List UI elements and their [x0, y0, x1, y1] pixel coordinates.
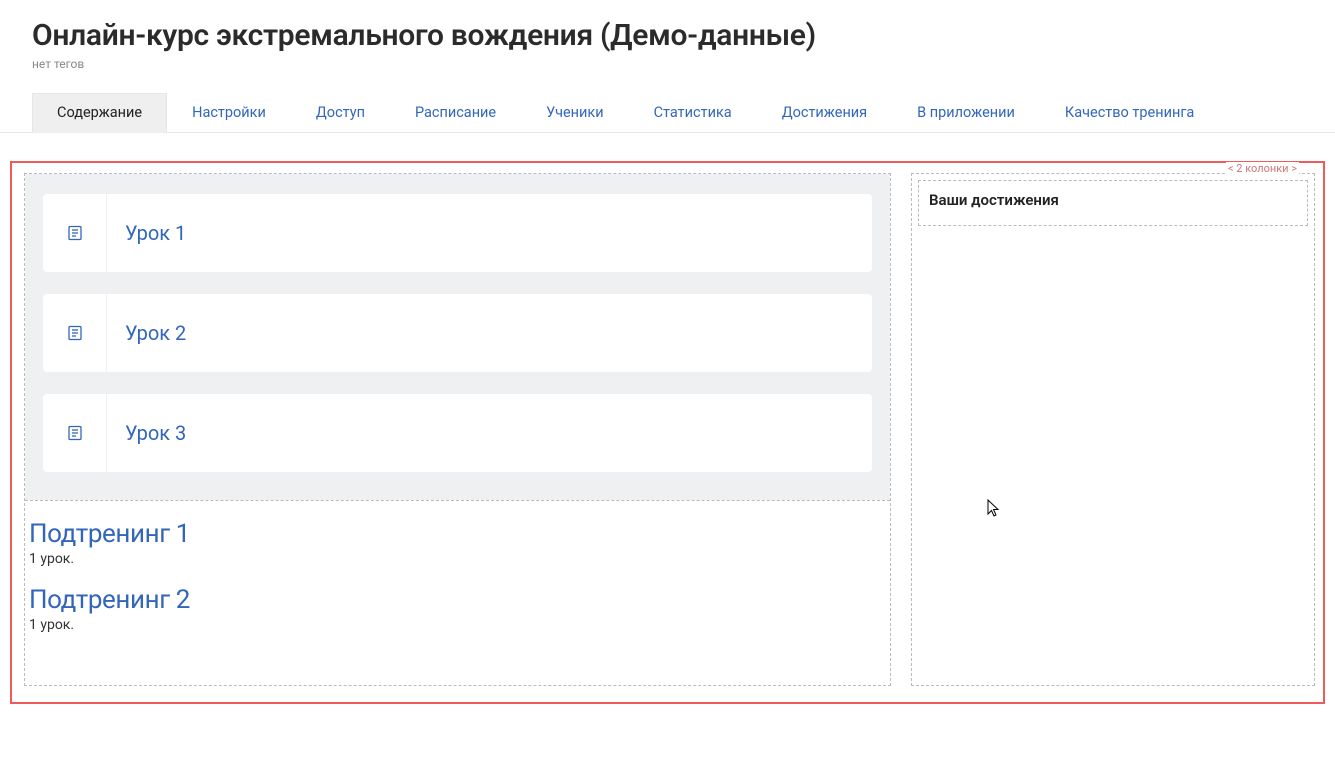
columns-badge[interactable]: < 2 колонки >: [1226, 162, 1299, 175]
lesson-title[interactable]: Урок 1: [107, 221, 186, 245]
lesson-title[interactable]: Урок 2: [107, 321, 186, 345]
subtrainings-block: Подтренинг 1 1 урок. Подтренинг 2 1 урок…: [25, 500, 890, 685]
achievements-box[interactable]: Ваши достижения: [918, 180, 1308, 226]
subtraining-item[interactable]: Подтренинг 1 1 урок.: [29, 519, 886, 567]
page-title: Онлайн-курс экстремального вождения (Дем…: [32, 18, 1303, 53]
lesson-icon: [43, 394, 107, 472]
tab-settings[interactable]: Настройки: [167, 93, 291, 132]
tab-statistics[interactable]: Статистика: [629, 93, 757, 132]
lesson-icon: [43, 194, 107, 272]
editor-canvas[interactable]: < 2 колонки > Урок 1: [10, 161, 1325, 704]
lesson-card[interactable]: Урок 2: [43, 294, 872, 372]
lesson-title[interactable]: Урок 3: [107, 421, 186, 445]
main-column[interactable]: Урок 1 Урок 2: [24, 173, 891, 686]
lesson-card[interactable]: Урок 3: [43, 394, 872, 472]
subtraining-item[interactable]: Подтренинг 2 1 урок.: [29, 585, 886, 633]
lessons-block: Урок 1 Урок 2: [25, 174, 890, 500]
tab-achievements[interactable]: Достижения: [757, 93, 892, 132]
course-tags[interactable]: нет тегов: [32, 57, 1303, 71]
side-column[interactable]: Ваши достижения: [911, 173, 1315, 686]
subtraining-title[interactable]: Подтренинг 2: [29, 585, 886, 615]
lesson-icon: [43, 294, 107, 372]
tab-in-app[interactable]: В приложении: [892, 93, 1040, 132]
tab-students[interactable]: Ученики: [521, 93, 628, 132]
subtraining-title[interactable]: Подтренинг 1: [29, 519, 886, 549]
tab-access[interactable]: Доступ: [291, 93, 390, 132]
tab-content[interactable]: Содержание: [32, 93, 167, 133]
subtraining-meta: 1 урок.: [29, 617, 886, 633]
lesson-card[interactable]: Урок 1: [43, 194, 872, 272]
achievements-title: Ваши достижения: [929, 191, 1297, 209]
subtraining-meta: 1 урок.: [29, 551, 886, 567]
tabs-nav: Содержание Настройки Доступ Расписание У…: [0, 93, 1335, 133]
tab-schedule[interactable]: Расписание: [390, 93, 521, 132]
tab-quality[interactable]: Качество тренинга: [1040, 93, 1219, 132]
